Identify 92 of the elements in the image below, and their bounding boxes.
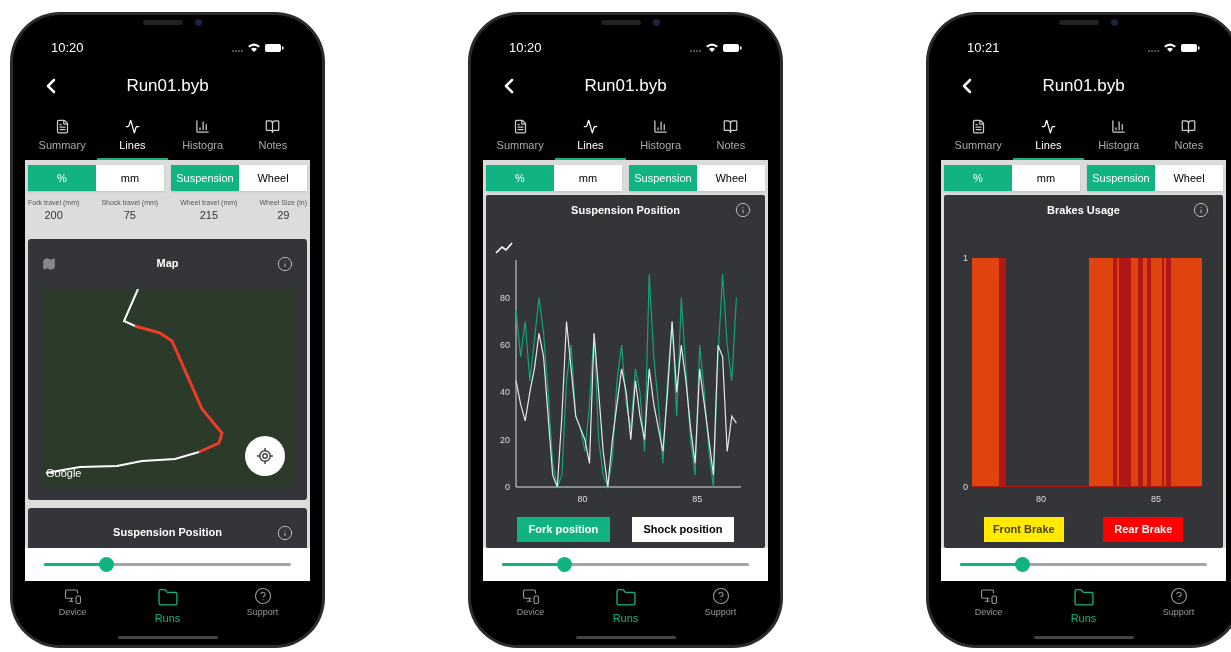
nav-item[interactable]: Runs (578, 587, 673, 626)
pulse-icon (124, 118, 140, 134)
screen-title: Run01.byb (584, 75, 667, 98)
tab[interactable]: Notes (237, 113, 308, 160)
spec-value: 215 (199, 208, 219, 221)
map-icon (42, 256, 56, 271)
slider[interactable] (960, 556, 1207, 573)
map-attribution: Google (46, 466, 82, 481)
axis-tick-label: 80 (500, 292, 510, 303)
tab[interactable]: Histogra (1083, 113, 1154, 160)
help-icon (253, 587, 272, 605)
help-icon (711, 587, 730, 605)
spec-value: 75 (123, 208, 136, 221)
folder-icon (1071, 587, 1096, 609)
satellite-map[interactable]: Google (42, 288, 293, 488)
card-title: Map (156, 256, 179, 272)
pulse-icon (582, 118, 598, 134)
document-icon (512, 118, 528, 134)
document-icon (970, 118, 986, 134)
nav-item[interactable]: Device (941, 587, 1036, 626)
locate-button[interactable] (245, 435, 285, 476)
nav-item[interactable]: Device (25, 587, 120, 626)
toggle-option[interactable]: mm (96, 165, 164, 191)
front-camera-drawing (143, 19, 202, 26)
book-icon (723, 118, 739, 134)
chart-line-icon (495, 242, 513, 254)
axis-tick-label: 1 (963, 253, 968, 263)
toggle-option[interactable]: mm (1012, 165, 1080, 191)
nav-item[interactable]: Device (483, 587, 578, 626)
nav-item[interactable]: Support (673, 587, 768, 626)
status-icons-drawing (690, 42, 742, 54)
devices-icon (521, 587, 540, 605)
bar-chart-icon (195, 118, 211, 134)
info-icon[interactable] (735, 202, 751, 218)
toggle-option[interactable]: Wheel (239, 165, 307, 191)
axis-tick-label: 85 (1151, 494, 1161, 504)
axis-tick-label: 20 (500, 434, 510, 445)
status-icons-drawing (1148, 42, 1200, 54)
legend-button[interactable]: Shock position (631, 517, 735, 542)
tab[interactable]: Summary (943, 113, 1014, 160)
axis-tick-label: 0 (963, 482, 968, 492)
help-icon (1169, 587, 1188, 605)
document-icon (54, 118, 70, 134)
book-icon (265, 118, 281, 134)
toggle-option[interactable]: Wheel (697, 165, 765, 191)
spec-value: 29 (277, 208, 290, 221)
status-time: 10:21 (967, 39, 1000, 58)
axis-tick-label: 80 (1036, 494, 1046, 504)
tab[interactable]: Notes (1153, 113, 1224, 160)
axis-tick-label: 85 (692, 494, 703, 504)
legend-button[interactable]: Front Brake (983, 517, 1064, 542)
info-icon[interactable] (1193, 202, 1209, 218)
slider[interactable] (502, 556, 749, 573)
devices-icon (63, 587, 82, 605)
tab[interactable]: Summary (27, 113, 98, 160)
spec-value: 200 (44, 208, 63, 221)
folder-icon (613, 587, 638, 609)
tab[interactable]: Summary (485, 113, 556, 160)
info-icon[interactable] (277, 524, 293, 541)
locate-icon (256, 446, 274, 465)
front-camera-drawing (601, 19, 660, 26)
axis-tick-label: 60 (500, 340, 510, 351)
nav-item[interactable]: Support (215, 587, 310, 626)
status-time: 10:20 (51, 39, 84, 58)
nav-item[interactable]: Runs (120, 587, 215, 626)
toggle-option[interactable]: Wheel (1155, 165, 1223, 191)
pulse-icon (1040, 118, 1056, 134)
book-icon (1181, 118, 1197, 134)
legend-button[interactable]: Rear Brake (1103, 517, 1184, 542)
nav-item[interactable]: Runs (1036, 587, 1131, 626)
tab[interactable]: Histogra (167, 113, 238, 160)
slider[interactable] (44, 556, 291, 573)
card-title: Suspension Position (113, 525, 222, 541)
front-camera-drawing (1059, 19, 1118, 26)
axis-tick-label: 0 (505, 482, 510, 492)
axis-tick-label: 80 (577, 494, 588, 504)
info-icon[interactable] (277, 255, 293, 272)
card-title: Suspension Position (571, 202, 680, 218)
axis-tick-label: 40 (500, 387, 510, 398)
screen-title: Run01.byb (126, 75, 209, 98)
folder-icon (155, 587, 180, 609)
status-time: 10:20 (509, 39, 542, 58)
bar-chart-icon (653, 118, 669, 134)
nav-item[interactable]: Support (1131, 587, 1226, 626)
screen-title: Run01.byb (1042, 75, 1125, 98)
status-icons-drawing (232, 42, 284, 54)
tab[interactable]: Histogra (625, 113, 696, 160)
bar-chart-icon (1111, 118, 1127, 134)
card-title: Brakes Usage (1047, 202, 1120, 218)
toggle-option[interactable]: mm (554, 165, 622, 191)
tab[interactable]: Notes (695, 113, 766, 160)
devices-icon (979, 587, 998, 605)
